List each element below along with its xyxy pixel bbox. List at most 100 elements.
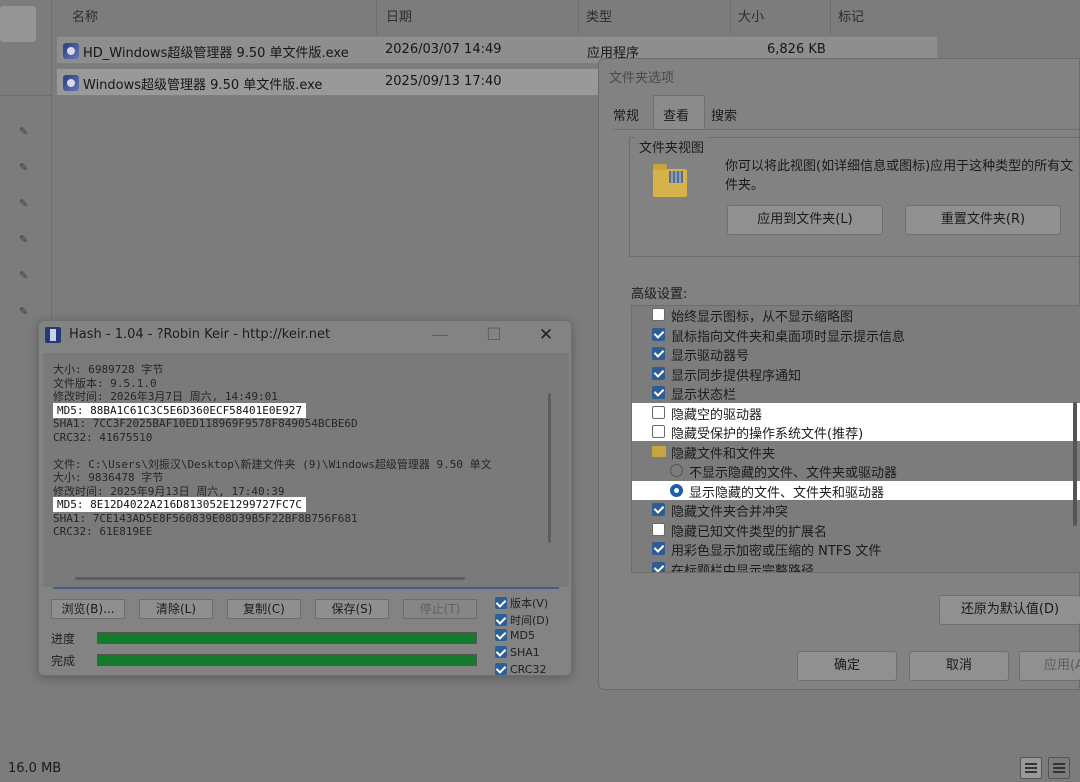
checkbox-icon[interactable] [495, 597, 507, 609]
pin-icon[interactable]: ✎ [19, 270, 31, 282]
tiles-view-icon[interactable] [1048, 757, 1070, 779]
hash-line: SHA1: 7CE143AD5E8F560839E08D39B5F22BF8B7… [53, 512, 358, 525]
pin-icon[interactable]: ✎ [19, 126, 31, 138]
hash-option-label: CRC32 [510, 663, 547, 676]
checkbox-icon[interactable] [652, 425, 665, 438]
advanced-setting-item[interactable]: 显示同步提供程序通知 [632, 364, 1080, 384]
hash-line-text: CRC32: 61E819EE [53, 525, 153, 538]
vertical-scrollbar[interactable] [548, 393, 551, 543]
advanced-setting-item[interactable]: 用彩色显示加密或压缩的 NTFS 文件 [632, 539, 1080, 559]
advanced-setting-item[interactable]: 隐藏文件夹合并冲突 [632, 500, 1080, 520]
details-view-icon[interactable] [1020, 757, 1042, 779]
column-divider[interactable] [376, 0, 377, 34]
hash-option-checkbox[interactable]: 版本(V) [495, 595, 548, 611]
advanced-settings-list[interactable]: 始终显示图标，从不显示缩略图 鼠标指向文件夹和桌面项时显示提示信息 显示驱动器号 显示… [631, 305, 1080, 573]
checkbox-icon[interactable] [495, 614, 507, 626]
save-button[interactable]: 保存(S) [315, 599, 389, 619]
radio-icon[interactable] [670, 464, 683, 477]
column-header-tags[interactable]: 标记 [838, 6, 864, 25]
checkbox-icon[interactable] [495, 629, 507, 641]
hash-line-text: SHA1: 7CE143AD5E8F560839E08D39B5F22BF8B7… [53, 511, 358, 525]
file-date: 2026/03/07 14:49 [385, 42, 502, 57]
checkbox-icon[interactable] [495, 663, 507, 675]
cancel-button[interactable]: 取消 [909, 651, 1009, 681]
checkbox-icon[interactable] [652, 386, 665, 399]
advanced-setting-label: 显示同步提供程序通知 [671, 368, 802, 384]
hash-line: 文件: C:\Users\刘振汉\Desktop\新建文件夹 (9)\Windo… [53, 458, 492, 471]
checkbox-icon[interactable] [652, 503, 665, 516]
hash-option-checkbox[interactable]: SHA1 [495, 646, 540, 659]
tab-view[interactable]: 查看 [663, 105, 689, 124]
hash-results-text[interactable]: 大小: 6989728 字节 文件版本: 9.5.1.0 修改时间: 2026年3月… [43, 353, 569, 587]
apply-to-folders-button[interactable]: 应用到文件夹(L) [727, 205, 883, 235]
column-divider[interactable] [730, 0, 731, 34]
hash-option-checkbox[interactable]: CRC32 [495, 663, 546, 676]
checkbox-icon[interactable] [652, 308, 665, 321]
advanced-setting-label: 隐藏空的驱动器 [671, 407, 763, 423]
checkbox-icon[interactable] [652, 405, 665, 419]
advanced-setting-item[interactable]: 隐藏文件和文件夹 [632, 442, 1080, 462]
advanced-setting-label: 隐藏已知文件类型的扩展名 [671, 524, 828, 540]
advanced-setting-item[interactable]: 隐藏空的驱动器 [632, 402, 1080, 423]
advanced-setting-item[interactable]: 鼠标指向文件夹和桌面项时显示提示信息 [632, 325, 1080, 345]
column-header-name[interactable]: 名称 [72, 6, 98, 25]
advanced-setting-item[interactable]: 显示状态栏 [632, 383, 1080, 403]
copy-button[interactable]: 复制(C) [227, 599, 301, 619]
reset-folders-button[interactable]: 重置文件夹(R) [905, 205, 1061, 235]
minimize-icon[interactable]: — [425, 323, 455, 347]
list-scrollbar[interactable] [1073, 402, 1077, 526]
checkbox-icon[interactable] [652, 542, 665, 555]
hash-line-text: MD5: 8E12D4022A216D813052E1299727FC7C [53, 497, 307, 512]
advanced-setting-item[interactable]: 在标题栏中显示完整路径 [632, 559, 1080, 572]
advanced-setting-item[interactable]: 显示驱动器号 [632, 344, 1080, 364]
checkbox-icon[interactable] [495, 646, 507, 658]
maximize-icon[interactable]: ☐ [479, 323, 509, 347]
exe-file-icon [63, 43, 79, 59]
hash-line: 大小: 6989728 字节 [53, 363, 163, 376]
pin-icon[interactable]: ✎ [19, 234, 31, 246]
folder-options-dialog: 文件夹选项 常规 查看 搜索 文件夹视图 你可以将此视图(如详细信息或图标)应用… [598, 58, 1080, 690]
checkbox-icon[interactable] [652, 366, 665, 380]
advanced-setting-label: 始终显示图标，从不显示缩略图 [671, 310, 854, 325]
tab-general[interactable]: 常规 [613, 105, 639, 124]
hash-line-text: SHA1: 7CC3F2025BAF10ED118969F9578F849054… [53, 417, 358, 430]
advanced-setting-item[interactable]: 隐藏已知文件类型的扩展名 [632, 520, 1080, 540]
checkbox-icon[interactable] [652, 347, 665, 360]
nav-selected-item[interactable] [0, 6, 36, 42]
clear-button[interactable]: 清除(L) [139, 599, 213, 619]
pin-icon[interactable]: ✎ [19, 198, 31, 210]
stop-button[interactable]: 停止(T) [403, 599, 477, 619]
browse-button[interactable]: 浏览(B)... [51, 599, 125, 619]
advanced-setting-label: 显示隐藏的文件、文件夹和驱动器 [689, 485, 885, 501]
advanced-setting-item[interactable]: 始终显示图标，从不显示缩略图 [632, 306, 1080, 325]
apply-button[interactable]: 应用(A) [1019, 651, 1080, 681]
hash-option-checkbox[interactable]: MD5 [495, 629, 535, 642]
checkbox-icon[interactable] [652, 561, 665, 572]
restore-defaults-button[interactable]: 还原为默认值(D) [939, 595, 1080, 625]
radio-icon[interactable] [670, 483, 683, 497]
folder-icon [653, 164, 687, 197]
column-header-date[interactable]: 日期 [386, 6, 412, 25]
column-divider[interactable] [578, 0, 579, 34]
exe-file-icon [63, 75, 79, 91]
checkbox-icon[interactable] [652, 522, 665, 536]
advanced-setting-label: 不显示隐藏的文件、文件夹或驱动器 [689, 466, 898, 481]
advanced-setting-item[interactable]: 不显示隐藏的文件、文件夹或驱动器 [632, 461, 1080, 481]
tab-search[interactable]: 搜索 [711, 105, 737, 124]
column-header-size[interactable]: 大小 [738, 6, 764, 25]
column-divider[interactable] [830, 0, 831, 34]
complete-bar [97, 654, 477, 666]
hash-option-checkbox[interactable]: 时间(D) [495, 612, 549, 628]
checkbox-icon[interactable] [652, 327, 665, 341]
horizontal-scrollbar[interactable] [75, 577, 465, 580]
hash-option-label: 版本(V) [510, 597, 549, 610]
hash-line-text: 文件版本: 9.5.1.0 [53, 376, 157, 390]
pin-icon[interactable]: ✎ [19, 306, 31, 318]
folder-icon [652, 445, 666, 457]
ok-button[interactable]: 确定 [797, 651, 897, 681]
advanced-setting-item[interactable]: 显示隐藏的文件、文件夹和驱动器 [632, 480, 1080, 501]
advanced-setting-item[interactable]: 隐藏受保护的操作系统文件(推荐) [632, 422, 1080, 442]
column-header-type[interactable]: 类型 [586, 6, 612, 25]
pin-icon[interactable]: ✎ [19, 162, 31, 174]
close-icon[interactable]: ✕ [531, 323, 561, 347]
